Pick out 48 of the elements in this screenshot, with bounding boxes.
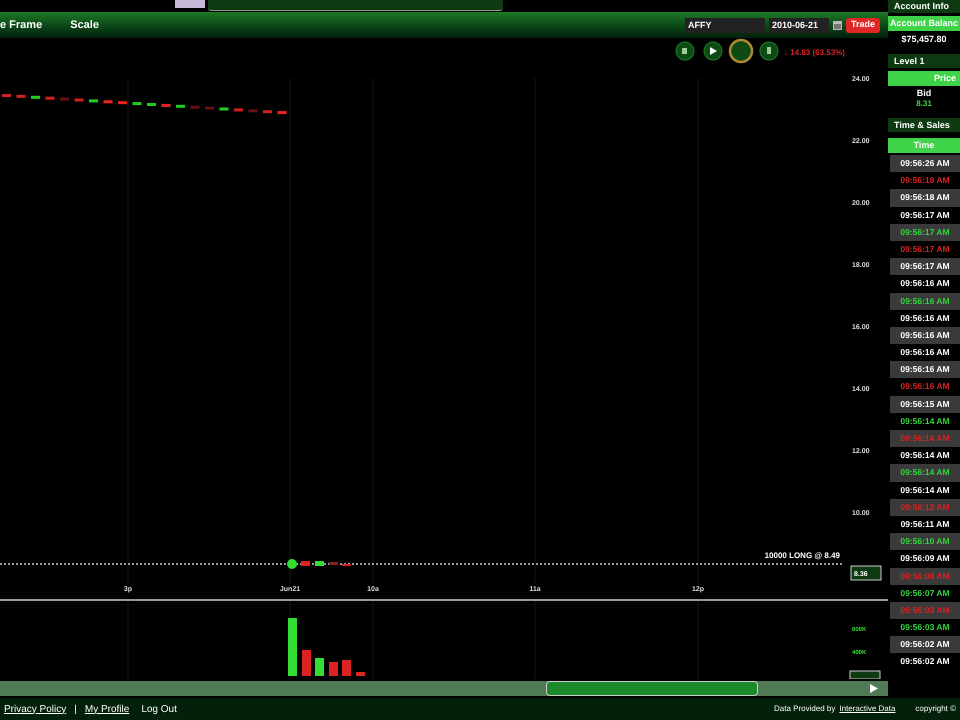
trade-time: 09:56:16 AM — [890, 292, 960, 310]
link-separator: | — [74, 702, 77, 716]
zoom-button[interactable] — [850, 670, 880, 679]
trade-time: 09:56:14 AM — [890, 464, 960, 482]
column-header: Time — [888, 138, 960, 153]
play-button[interactable] — [704, 42, 722, 60]
bid-label: Bid — [916, 88, 932, 99]
footer-link[interactable]: My Profile — [84, 702, 130, 716]
trade-time: 09:56:12 AM — [890, 498, 960, 516]
bid-value: 8.31 — [915, 99, 933, 109]
footer-link[interactable]: Privacy Policy — [4, 702, 66, 716]
record-button[interactable] — [728, 38, 754, 64]
trade-time: 09:56:17 AM — [890, 224, 960, 241]
column-header: Account Balanc — [888, 16, 960, 31]
trade-time: 09:56:10 AM — [890, 533, 960, 550]
date-field[interactable]: 2010-06-21 — [768, 18, 829, 32]
panel-title: Level 1 — [888, 54, 960, 68]
trade-time: 09:56:15 AM — [890, 396, 960, 413]
data-provider-link[interactable]: Interactive Data — [839, 703, 896, 715]
trade-time: 09:56:18 AM — [890, 189, 960, 207]
credit-text: Data Provided by — [774, 703, 836, 715]
trade-time: 09:56:16 AM — [890, 326, 960, 344]
trade-time: 09:56:14 AM — [890, 430, 960, 448]
price-change: ↓ 14.83 (63.53%) — [784, 48, 845, 57]
trade-time: 09:56:26 AM — [890, 155, 960, 172]
panel-title: Time & Sales — [888, 118, 960, 132]
trade-time: 09:56:08 AM — [890, 568, 960, 585]
footer-link[interactable]: Log Out — [141, 702, 177, 716]
trade-button[interactable]: Trade — [846, 18, 880, 32]
calendar-icon[interactable] — [832, 20, 842, 30]
scrollbar-track[interactable] — [0, 681, 888, 696]
column-header: Price — [888, 71, 960, 86]
copyright-text: copyright © — [915, 703, 956, 715]
trade-time: 09:56:16 AM — [890, 361, 960, 378]
account-balance: $75,457.80 — [900, 33, 948, 46]
trade-time: 09:56:17 AM — [890, 258, 960, 276]
trade-time: 09:56:03 AM — [890, 602, 960, 620]
menu-item[interactable]: e Frame — [0, 16, 42, 34]
scrollbar-thumb[interactable] — [546, 681, 758, 696]
toolbar-swatch[interactable] — [175, 0, 205, 8]
last-price-tag — [850, 566, 882, 580]
symbol-field[interactable]: AFFY — [684, 18, 765, 32]
position-label: 10000 LONG @ 8.49 — [764, 551, 840, 560]
recent-candles-drawing — [287, 559, 351, 569]
menu-item[interactable]: Scale — [70, 16, 99, 34]
scroll-right-arrow-icon[interactable] — [870, 684, 878, 693]
trade-time: 09:56:02 AM — [890, 636, 960, 654]
panel-title: Account Info — [888, 0, 960, 13]
